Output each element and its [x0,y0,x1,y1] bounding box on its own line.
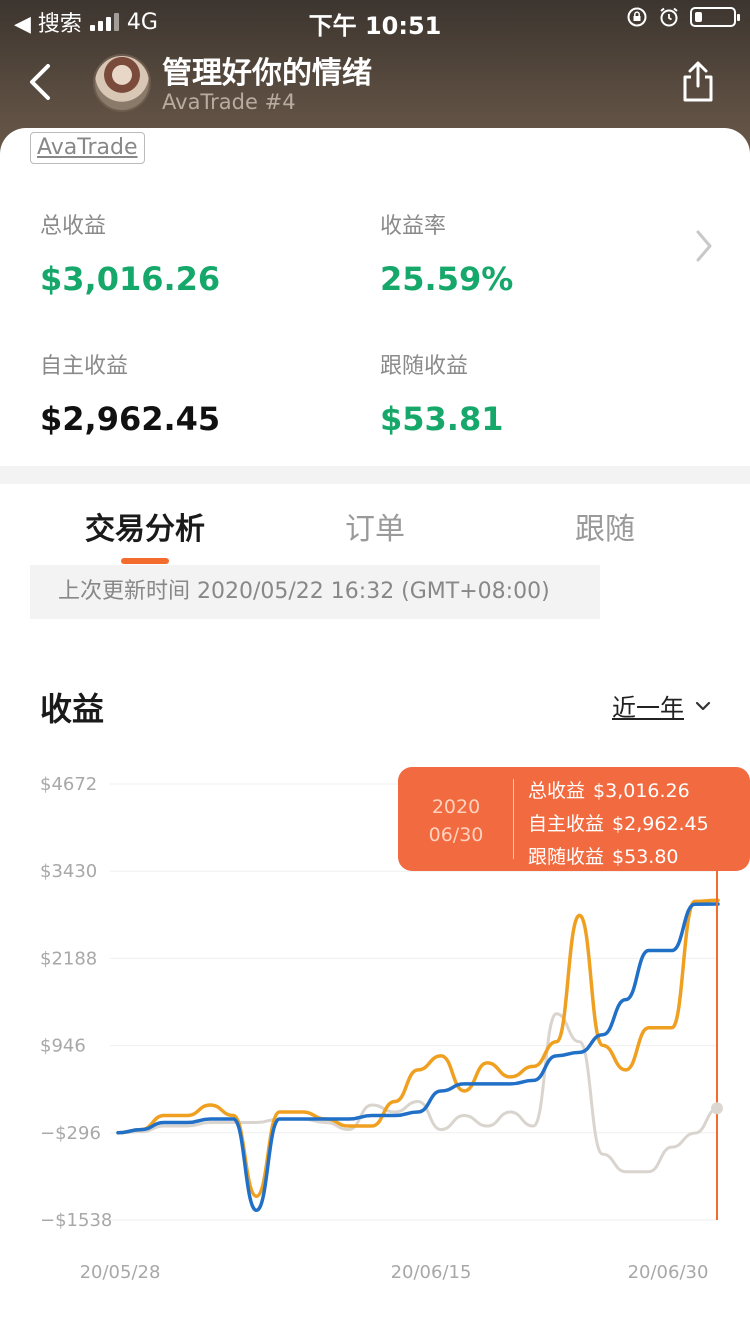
self-profit-label: 自主收益 [40,354,129,379]
account-subtitle: AvaTrade #4 [162,90,296,114]
crosshair-point [711,1102,723,1115]
tooltip-rows: 总收益 $3,016.26 自主收益 $2,962.45 跟随收益 $53.80 [528,775,709,874]
chevron-down-icon[interactable] [694,700,712,712]
total-profit-value: $3,016.26 [40,260,221,298]
tooltip-follow-label: 跟随收益 [528,846,605,868]
stat-total: 总收益 $3,016.26 [40,208,220,298]
chevron-right-icon[interactable] [694,228,714,264]
y-tick-label: −$1538 [40,1210,112,1231]
tooltip-total-label: 总收益 [528,780,586,802]
tooltip-self-row: 自主收益 $2,962.45 [528,808,709,841]
stat-self: 自主收益 $2,962.45 [40,348,220,438]
status-bar: ◀ 搜索 4G 下午 10:51 [0,0,750,40]
back-arrow-icon[interactable] [22,60,62,104]
tooltip-follow-value: $53.80 [612,846,679,868]
period-selected[interactable]: 近一年 [612,688,684,723]
tooltip-year: 2020 [431,796,481,818]
section-divider [0,466,750,484]
x-tick-label: 20/06/30 [628,1262,709,1283]
y-tick-label: −$296 [40,1123,101,1144]
x-tick-label: 20/05/28 [80,1262,161,1283]
chart-tooltip: 2020 06/30 总收益 $3,016.26 自主收益 $2,962.45 跟随… [398,767,750,871]
follow-profit-value: $53.81 [380,400,504,438]
tab-follow[interactable]: 跟随 [490,504,720,548]
follow-profit-label: 跟随收益 [380,354,469,379]
x-tick-label: 20/06/15 [391,1262,472,1283]
stats-card[interactable]: AvaTrade 总收益 $3,016.26 收益率 25.59% 自主收益 $… [0,128,750,466]
tab-bar: 交易分析 订单 跟随 [0,484,750,568]
series-line-0 [116,898,720,1199]
active-tab-indicator [121,558,169,564]
tooltip-total-value: $3,016.26 [593,780,690,802]
y-tick-label: $4672 [40,774,97,795]
tooltip-self-label: 自主收益 [528,813,605,835]
alarm-icon [660,7,678,27]
tooltip-total-row: 总收益 $3,016.26 [528,775,709,808]
broker-tag[interactable]: AvaTrade [30,132,145,164]
tooltip-day: 06/30 [428,824,484,846]
share-icon[interactable] [680,60,716,104]
tooltip-self-value: $2,962.45 [612,813,709,835]
tab-orders[interactable]: 订单 [260,504,490,548]
battery-icon [690,7,740,27]
period-dropdown[interactable]: 近一年 [612,688,712,723]
y-tick-label: $3430 [40,861,97,882]
y-tick-label: $2188 [40,948,97,969]
last-update-bar: 上次更新时间 2020/05/22 16:32 (GMT+08:00) [30,565,600,619]
nav-bar: 管理好你的情绪 AvaTrade #4 [0,40,750,130]
tooltip-date: 2020 06/30 [398,793,514,849]
stat-rate: 收益率 25.59% [380,208,513,298]
y-tick-label: $946 [40,1036,86,1057]
self-profit-value: $2,962.45 [40,400,221,438]
page-title: 管理好你的情绪 [162,56,372,91]
status-right [626,6,740,28]
series-line-1 [116,902,720,1213]
section-title: 收益 [40,690,105,728]
tooltip-separator [513,779,514,859]
stat-follow: 跟随收益 $53.81 [380,348,503,438]
tab-trade-analysis[interactable]: 交易分析 [30,504,260,548]
avatar[interactable] [93,54,151,112]
series-line-2 [116,1012,720,1174]
profit-rate-label: 收益率 [380,214,447,239]
tooltip-follow-row: 跟随收益 $53.80 [528,841,709,874]
total-profit-label: 总收益 [40,214,107,239]
rotation-lock-icon [627,7,647,27]
profit-rate-value: 25.59% [380,260,514,298]
